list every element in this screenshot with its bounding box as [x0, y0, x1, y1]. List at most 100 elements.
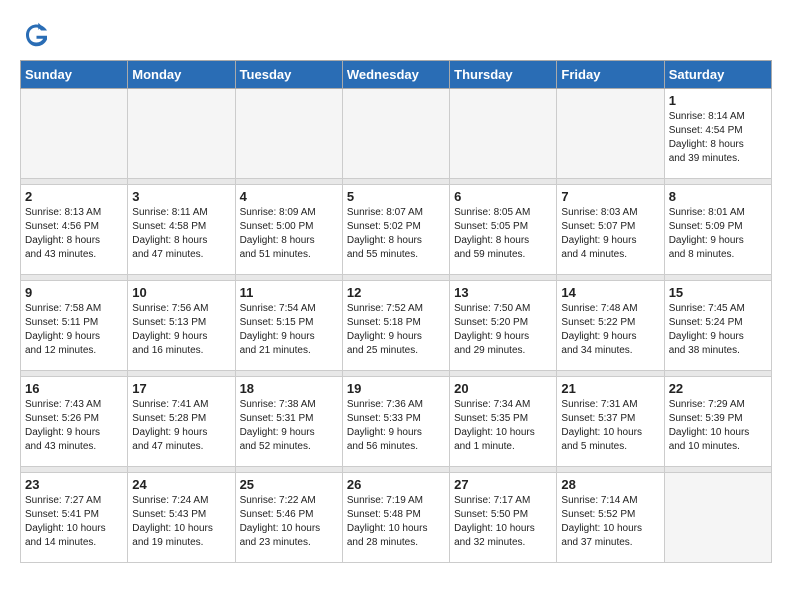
calendar-cell: 25 Sunrise: 7:22 AM Sunset: 5:46 PM Dayli…	[235, 473, 342, 563]
logo	[20, 20, 54, 50]
day-info: Sunrise: 7:22 AM Sunset: 5:46 PM Dayligh…	[240, 494, 338, 550]
day-info: Sunrise: 7:34 AM Sunset: 5:35 PM Dayligh…	[454, 398, 552, 454]
day-number: 23	[25, 477, 123, 492]
day-info: Sunrise: 7:45 AM Sunset: 5:24 PM Dayligh…	[669, 302, 767, 358]
calendar-cell: 17 Sunrise: 7:41 AM Sunset: 5:28 PM Dayli…	[128, 377, 235, 467]
day-info: Sunrise: 8:14 AM Sunset: 4:54 PM Dayligh…	[669, 110, 767, 166]
day-info: Sunrise: 7:50 AM Sunset: 5:20 PM Dayligh…	[454, 302, 552, 358]
calendar-cell: 16 Sunrise: 7:43 AM Sunset: 5:26 PM Dayli…	[21, 377, 128, 467]
calendar-cell: 15Sunrise: 7:45 AM Sunset: 5:24 PM Dayli…	[664, 281, 771, 371]
calendar-week-row: 9 Sunrise: 7:58 AM Sunset: 5:11 PM Daylig…	[21, 281, 772, 371]
day-info: Sunrise: 8:05 AM Sunset: 5:05 PM Dayligh…	[454, 206, 552, 262]
day-info: Sunrise: 7:43 AM Sunset: 5:26 PM Dayligh…	[25, 398, 123, 454]
day-info: Sunrise: 7:52 AM Sunset: 5:18 PM Dayligh…	[347, 302, 445, 358]
day-number: 12	[347, 285, 445, 300]
day-info: Sunrise: 8:01 AM Sunset: 5:09 PM Dayligh…	[669, 206, 767, 262]
day-number: 16	[25, 381, 123, 396]
calendar-cell: 20 Sunrise: 7:34 AM Sunset: 5:35 PM Dayli…	[450, 377, 557, 467]
day-header: Thursday	[450, 61, 557, 89]
day-info: Sunrise: 7:36 AM Sunset: 5:33 PM Dayligh…	[347, 398, 445, 454]
day-info: Sunrise: 7:29 AM Sunset: 5:39 PM Dayligh…	[669, 398, 767, 454]
day-info: Sunrise: 8:09 AM Sunset: 5:00 PM Dayligh…	[240, 206, 338, 262]
calendar-week-row: 23Sunrise: 7:27 AM Sunset: 5:41 PM Dayli…	[21, 473, 772, 563]
calendar-cell	[235, 89, 342, 179]
calendar-cell: 19 Sunrise: 7:36 AM Sunset: 5:33 PM Dayli…	[342, 377, 449, 467]
calendar-cell: 7Sunrise: 8:03 AM Sunset: 5:07 PM Daylig…	[557, 185, 664, 275]
day-number: 11	[240, 285, 338, 300]
calendar-cell: 12 Sunrise: 7:52 AM Sunset: 5:18 PM Dayli…	[342, 281, 449, 371]
day-info: Sunrise: 7:17 AM Sunset: 5:50 PM Dayligh…	[454, 494, 552, 550]
day-info: Sunrise: 7:24 AM Sunset: 5:43 PM Dayligh…	[132, 494, 230, 550]
day-number: 8	[669, 189, 767, 204]
day-number: 26	[347, 477, 445, 492]
day-number: 21	[561, 381, 659, 396]
day-number: 28	[561, 477, 659, 492]
day-number: 20	[454, 381, 552, 396]
day-number: 24	[132, 477, 230, 492]
calendar-cell: 26 Sunrise: 7:19 AM Sunset: 5:48 PM Dayli…	[342, 473, 449, 563]
day-header: Friday	[557, 61, 664, 89]
header	[20, 20, 772, 50]
calendar-cell: 24 Sunrise: 7:24 AM Sunset: 5:43 PM Dayli…	[128, 473, 235, 563]
day-header: Saturday	[664, 61, 771, 89]
day-number: 25	[240, 477, 338, 492]
day-info: Sunrise: 7:31 AM Sunset: 5:37 PM Dayligh…	[561, 398, 659, 454]
day-number: 9	[25, 285, 123, 300]
day-header: Tuesday	[235, 61, 342, 89]
calendar-cell	[128, 89, 235, 179]
day-info: Sunrise: 7:38 AM Sunset: 5:31 PM Dayligh…	[240, 398, 338, 454]
day-header: Sunday	[21, 61, 128, 89]
calendar-cell: 23Sunrise: 7:27 AM Sunset: 5:41 PM Dayli…	[21, 473, 128, 563]
day-number: 27	[454, 477, 552, 492]
calendar-cell: 11 Sunrise: 7:54 AM Sunset: 5:15 PM Dayli…	[235, 281, 342, 371]
day-header: Monday	[128, 61, 235, 89]
day-info: Sunrise: 7:58 AM Sunset: 5:11 PM Dayligh…	[25, 302, 123, 358]
calendar-cell	[342, 89, 449, 179]
calendar-cell: 8 Sunrise: 8:01 AM Sunset: 5:09 PM Daylig…	[664, 185, 771, 275]
day-number: 22	[669, 381, 767, 396]
day-info: Sunrise: 8:13 AM Sunset: 4:56 PM Dayligh…	[25, 206, 123, 262]
day-number: 19	[347, 381, 445, 396]
calendar-week-row: 1 Sunrise: 8:14 AM Sunset: 4:54 PM Daylig…	[21, 89, 772, 179]
day-info: Sunrise: 7:19 AM Sunset: 5:48 PM Dayligh…	[347, 494, 445, 550]
day-number: 13	[454, 285, 552, 300]
calendar-cell: 5 Sunrise: 8:07 AM Sunset: 5:02 PM Daylig…	[342, 185, 449, 275]
day-number: 1	[669, 93, 767, 108]
day-info: Sunrise: 7:41 AM Sunset: 5:28 PM Dayligh…	[132, 398, 230, 454]
day-number: 18	[240, 381, 338, 396]
day-info: Sunrise: 7:56 AM Sunset: 5:13 PM Dayligh…	[132, 302, 230, 358]
calendar-week-row: 2Sunrise: 8:13 AM Sunset: 4:56 PM Daylig…	[21, 185, 772, 275]
calendar-cell: 10 Sunrise: 7:56 AM Sunset: 5:13 PM Dayli…	[128, 281, 235, 371]
calendar-cell: 3 Sunrise: 8:11 AM Sunset: 4:58 PM Daylig…	[128, 185, 235, 275]
day-info: Sunrise: 7:48 AM Sunset: 5:22 PM Dayligh…	[561, 302, 659, 358]
day-number: 10	[132, 285, 230, 300]
logo-icon	[20, 20, 50, 50]
calendar-cell: 27 Sunrise: 7:17 AM Sunset: 5:50 PM Dayli…	[450, 473, 557, 563]
calendar-cell: 9 Sunrise: 7:58 AM Sunset: 5:11 PM Daylig…	[21, 281, 128, 371]
calendar-cell: 1 Sunrise: 8:14 AM Sunset: 4:54 PM Daylig…	[664, 89, 771, 179]
day-number: 14	[561, 285, 659, 300]
day-number: 6	[454, 189, 552, 204]
calendar-cell: 2Sunrise: 8:13 AM Sunset: 4:56 PM Daylig…	[21, 185, 128, 275]
calendar-cell: 21 Sunrise: 7:31 AM Sunset: 5:37 PM Dayli…	[557, 377, 664, 467]
calendar-cell: 13 Sunrise: 7:50 AM Sunset: 5:20 PM Dayli…	[450, 281, 557, 371]
calendar-cell: 18 Sunrise: 7:38 AM Sunset: 5:31 PM Dayli…	[235, 377, 342, 467]
day-number: 17	[132, 381, 230, 396]
day-info: Sunrise: 7:54 AM Sunset: 5:15 PM Dayligh…	[240, 302, 338, 358]
calendar-header-row: SundayMondayTuesdayWednesdayThursdayFrid…	[21, 61, 772, 89]
calendar-cell	[450, 89, 557, 179]
calendar-week-row: 16 Sunrise: 7:43 AM Sunset: 5:26 PM Dayli…	[21, 377, 772, 467]
day-header: Wednesday	[342, 61, 449, 89]
day-number: 3	[132, 189, 230, 204]
calendar-cell	[21, 89, 128, 179]
calendar-cell: 22 Sunrise: 7:29 AM Sunset: 5:39 PM Dayli…	[664, 377, 771, 467]
calendar-cell: 28Sunrise: 7:14 AM Sunset: 5:52 PM Dayli…	[557, 473, 664, 563]
calendar-cell	[664, 473, 771, 563]
day-number: 7	[561, 189, 659, 204]
day-info: Sunrise: 8:11 AM Sunset: 4:58 PM Dayligh…	[132, 206, 230, 262]
calendar-cell	[557, 89, 664, 179]
day-number: 4	[240, 189, 338, 204]
day-number: 5	[347, 189, 445, 204]
calendar-cell: 4 Sunrise: 8:09 AM Sunset: 5:00 PM Daylig…	[235, 185, 342, 275]
day-info: Sunrise: 8:07 AM Sunset: 5:02 PM Dayligh…	[347, 206, 445, 262]
